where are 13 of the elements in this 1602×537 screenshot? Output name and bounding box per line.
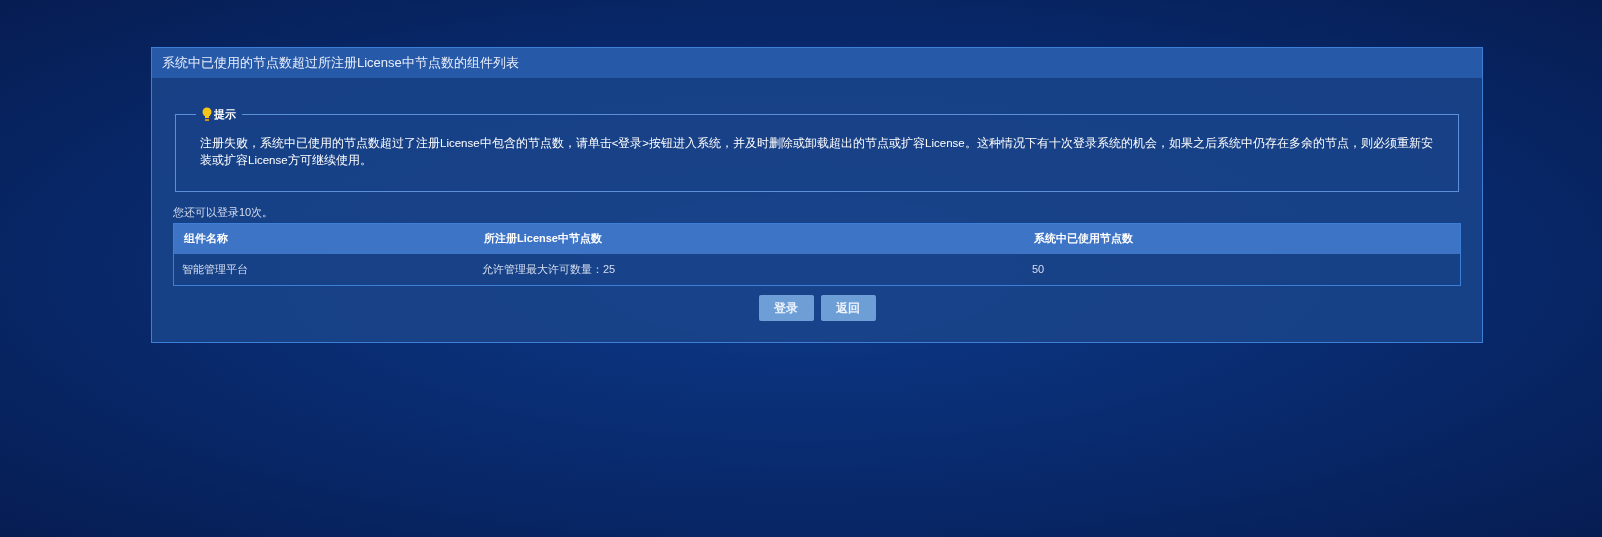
column-header: 系统中已使用节点数: [1033, 231, 1134, 247]
column-header: 组件名称: [183, 231, 229, 247]
table-cell-text: 50: [1031, 261, 1046, 277]
action-button[interactable]: 返回: [820, 294, 876, 321]
lightbulb-icon: [202, 106, 212, 122]
action-button[interactable]: 登录: [758, 294, 814, 321]
dialog-title: 系统中已使用的节点数超过所注册License中节点数的组件列表: [162, 54, 519, 73]
remaining-logins-text: 您还可以登录10次。: [173, 205, 274, 220]
column-header: 所注册License中节点数: [483, 231, 603, 247]
notice-message: 注册失败，系统中已使用的节点数超过了注册License中包含的节点数，请单击<登录>按钮进入系统，并及时删除或卸载超出的节点或扩容License。这种情况下有十次登录系统的机会，如果之后系统中仍存在多余的节点，则必须重新安装或扩容License方可继续使用。: [200, 135, 1434, 168]
table-cell-text: 智能管理平台: [181, 261, 249, 277]
notice-legend: 提示: [214, 106, 236, 123]
table-cell-text: 允许管理最大许可数量：25: [481, 261, 617, 277]
